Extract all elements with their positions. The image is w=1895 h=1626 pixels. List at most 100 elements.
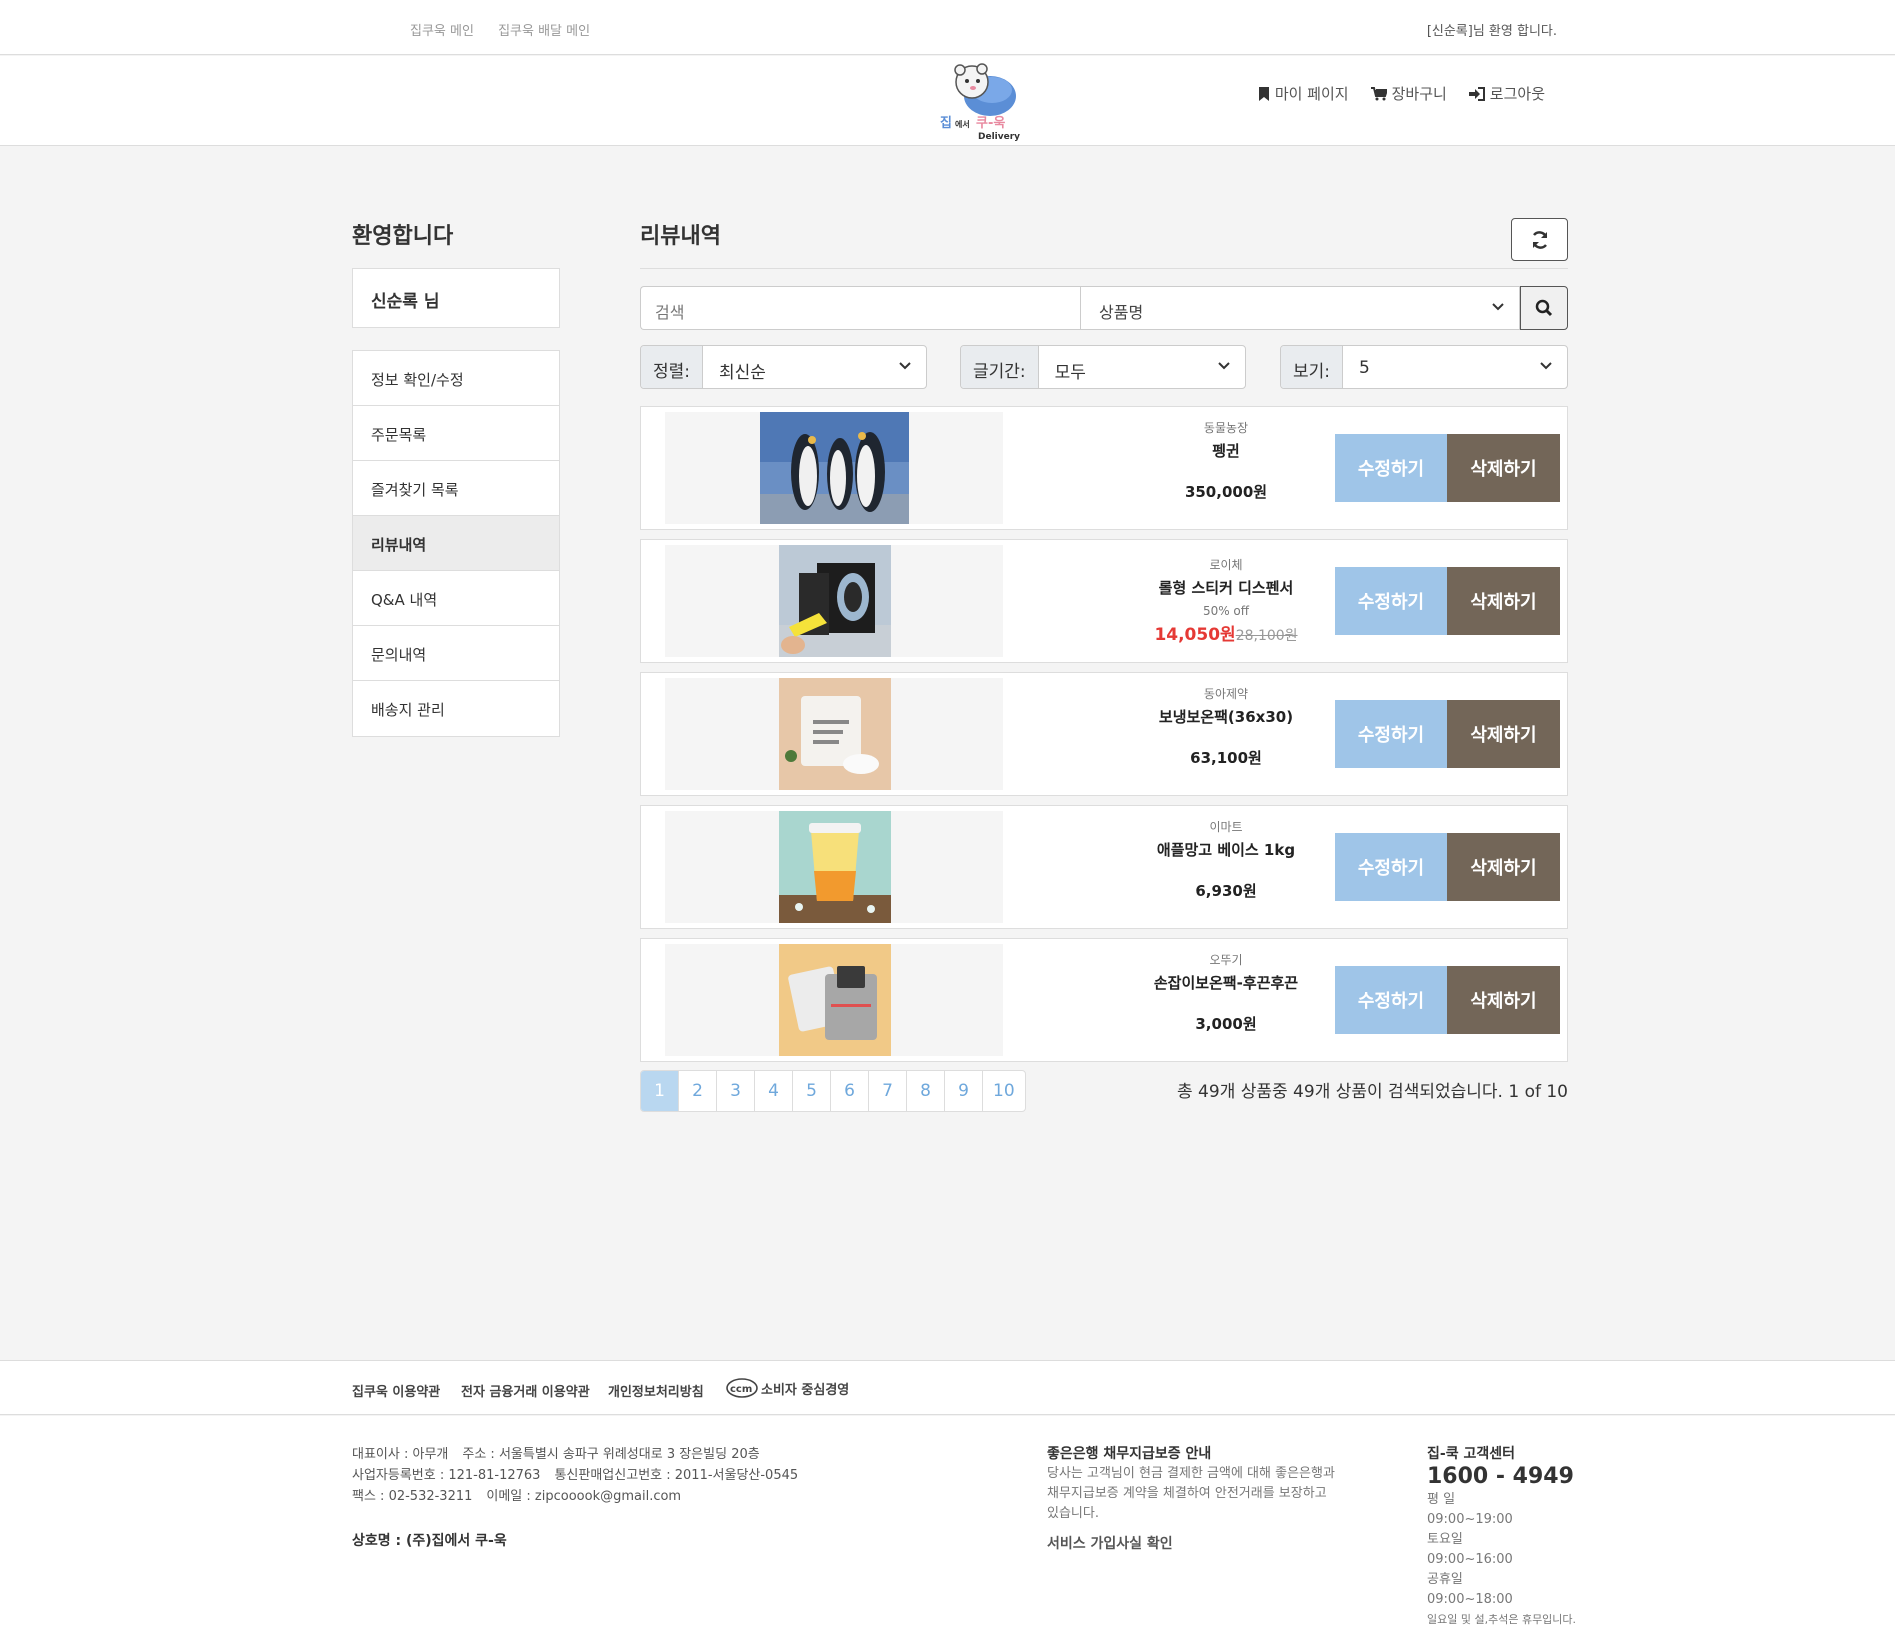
item-name[interactable]: 펭귄	[1081, 440, 1371, 461]
footer-link-e-finance-terms[interactable]: 전자 금융거래 이용약관	[461, 1381, 590, 1400]
sidebar-item-orders[interactable]: 주문목록	[353, 406, 559, 461]
nav-logout[interactable]: 로그아웃	[1468, 83, 1545, 104]
delete-button[interactable]: 삭제하기	[1447, 700, 1560, 768]
search-bar: 검색 상품명	[640, 286, 1568, 330]
sort-select[interactable]: 최신순	[703, 346, 926, 388]
product-image-sticker-dispenser[interactable]	[779, 545, 891, 657]
product-image-penguin[interactable]	[760, 412, 909, 524]
item-name[interactable]: 손잡이보온팩-후끈후끈	[1081, 972, 1371, 993]
sort-value: 최신순	[719, 363, 766, 383]
page-7[interactable]: 7	[869, 1071, 907, 1111]
bookmark-icon	[1258, 86, 1269, 101]
svg-text:에서: 에서	[955, 119, 970, 129]
product-image-hand-warmer[interactable]	[779, 944, 891, 1056]
sale-price-row: 14,050원28,100원	[1081, 620, 1371, 645]
page-9[interactable]: 9	[945, 1071, 983, 1111]
guarantee-link[interactable]: 서비스 가입사실 확인	[1047, 1534, 1337, 1554]
nav-mypage-label: 마이 페이지	[1274, 85, 1349, 103]
footer-link-privacy[interactable]: 개인정보처리방침	[608, 1381, 704, 1400]
delete-button[interactable]: 삭제하기	[1447, 567, 1560, 635]
search-field-value: 상품명	[1099, 303, 1144, 322]
view-count-filter[interactable]: 보기: 5	[1280, 345, 1568, 389]
period-label: 글기간:	[961, 346, 1039, 388]
view-count-label: 보기:	[1281, 346, 1344, 388]
page-10[interactable]: 10	[983, 1071, 1025, 1111]
view-count-value: 5	[1359, 358, 1370, 378]
search-field-select[interactable]: 상품명	[1080, 286, 1520, 330]
page-4[interactable]: 4	[755, 1071, 793, 1111]
header-nav: 마이 페이지 장바구니 로그아웃	[1258, 83, 1545, 104]
link-zipcook-main[interactable]: 집쿠욱 메인	[410, 24, 474, 39]
footer-link-terms[interactable]: 집쿠욱 이용약관	[352, 1381, 440, 1400]
company-name: 상호명 : (주)집에서 쿠-욱	[352, 1533, 507, 1549]
edit-button[interactable]: 수정하기	[1335, 966, 1447, 1034]
product-image-hot-cold-pack[interactable]	[779, 678, 891, 790]
site-logo[interactable]: 집 에서 쿠-욱 Delivery	[938, 60, 1033, 142]
company-line-1: 대표이사 : 아무개 주소 : 서울특별시 송파구 위례성대로 3 장은빌딩 20…	[352, 1444, 812, 1465]
nav-mypage[interactable]: 마이 페이지	[1258, 83, 1349, 104]
view-count-select[interactable]: 5	[1343, 346, 1567, 388]
address: 주소 : 서울특별시 송파구 위례성대로 3 장은빌딩 20층	[462, 1447, 760, 1462]
page-title: 리뷰내역	[640, 224, 721, 249]
customer-center: 집-쿡 고객센터 1600 - 4949 평 일 09:00~19:00 토요일…	[1427, 1444, 1576, 1626]
cs-holiday-hours: 09:00~18:00	[1427, 1592, 1513, 1607]
sidebar-item-info-edit[interactable]: 정보 확인/수정	[353, 351, 559, 406]
product-image-mango-drink[interactable]	[779, 811, 891, 923]
title-divider	[640, 268, 1568, 269]
sidebar-item-addresses[interactable]: 배송지 관리	[353, 681, 559, 736]
chevron-down-icon	[1218, 362, 1230, 370]
period-filter[interactable]: 글기간: 모두	[960, 345, 1246, 389]
page-3[interactable]: 3	[717, 1071, 755, 1111]
item-info: 동아제약 보냉보온팩(36x30) 63,100원	[1081, 685, 1371, 768]
chevron-down-icon	[899, 362, 911, 370]
sidebar-item-qna[interactable]: Q&A 내역	[353, 571, 559, 626]
item-name[interactable]: 보냉보온팩(36x30)	[1081, 706, 1371, 727]
ceo: 대표이사 : 아무개	[352, 1447, 449, 1462]
user-name: 신순록 님	[371, 292, 440, 312]
site-footer: 대표이사 : 아무개 주소 : 서울특별시 송파구 위례성대로 3 장은빌딩 20…	[0, 1416, 1895, 1626]
search-input[interactable]: 검색	[640, 286, 1080, 330]
edit-button[interactable]: 수정하기	[1335, 434, 1447, 502]
search-button[interactable]	[1520, 286, 1568, 330]
page-5[interactable]: 5	[793, 1071, 831, 1111]
sidebar-item-inquiries[interactable]: 문의내역	[353, 626, 559, 681]
user-name-box: 신순록 님	[352, 268, 560, 328]
item-info: 오뚜기 손잡이보온팩-후끈후끈 3,000원	[1081, 951, 1371, 1034]
cs-closed-note: 일요일 및 설,추석은 휴무입니다.	[1427, 1613, 1577, 1626]
period-value: 모두	[1054, 363, 1086, 383]
page-6[interactable]: 6	[831, 1071, 869, 1111]
cs-weekday-hours: 09:00~19:00	[1427, 1512, 1513, 1527]
result-count: 총 49개 상품중 49개 상품이 검색되었습니다. 1 of 10	[1177, 1082, 1568, 1102]
delete-button[interactable]: 삭제하기	[1447, 966, 1560, 1034]
email: 이메일 : zipcooook@gmail.com	[486, 1489, 682, 1504]
page-1[interactable]: 1	[641, 1071, 679, 1111]
fax: 팩스 : 02-532-3211	[352, 1489, 473, 1504]
refresh-button[interactable]	[1511, 218, 1568, 261]
svg-text:Delivery: Delivery	[978, 132, 1020, 142]
edit-button[interactable]: 수정하기	[1335, 567, 1447, 635]
edit-button[interactable]: 수정하기	[1335, 700, 1447, 768]
ccm-logo-icon: ccm	[726, 1378, 758, 1398]
edit-button[interactable]: 수정하기	[1335, 833, 1447, 901]
sidebar-item-reviews[interactable]: 리뷰내역	[353, 516, 559, 571]
footer-link-ccm[interactable]: ccm 소비자 중심경영	[725, 1377, 849, 1399]
period-select[interactable]: 모두	[1039, 346, 1245, 388]
review-item: 동물농장 펭귄 350,000원 수정하기 삭제하기	[640, 406, 1568, 530]
footer-link-ccm-label: 소비자 중심경영	[761, 1382, 850, 1398]
delete-button[interactable]: 삭제하기	[1447, 434, 1560, 502]
review-item: 이마트 애플망고 베이스 1kg 6,930원 수정하기 삭제하기	[640, 805, 1568, 929]
delete-button[interactable]: 삭제하기	[1447, 833, 1560, 901]
sidebar-menu: 정보 확인/수정 주문목록 즐겨찾기 목록 리뷰내역 Q&A 내역 문의내역 배…	[352, 350, 560, 737]
item-name[interactable]: 롤형 스티커 디스펜서	[1081, 577, 1371, 598]
page-2[interactable]: 2	[679, 1071, 717, 1111]
page-8[interactable]: 8	[907, 1071, 945, 1111]
item-price: 63,100원	[1190, 749, 1262, 767]
link-zipcook-delivery-main[interactable]: 집쿠욱 배달 메인	[498, 24, 590, 39]
item-name[interactable]: 애플망고 베이스 1kg	[1081, 839, 1371, 860]
cs-saturday-label: 토요일	[1427, 1532, 1463, 1547]
sort-filter[interactable]: 정렬: 최신순	[640, 345, 927, 389]
nav-cart[interactable]: 장바구니	[1370, 83, 1447, 104]
cs-title: 집-쿡 고객센터	[1427, 1446, 1515, 1462]
item-brand: 오뚜기	[1209, 953, 1243, 967]
sidebar-item-favorites[interactable]: 즐겨찾기 목록	[353, 461, 559, 516]
